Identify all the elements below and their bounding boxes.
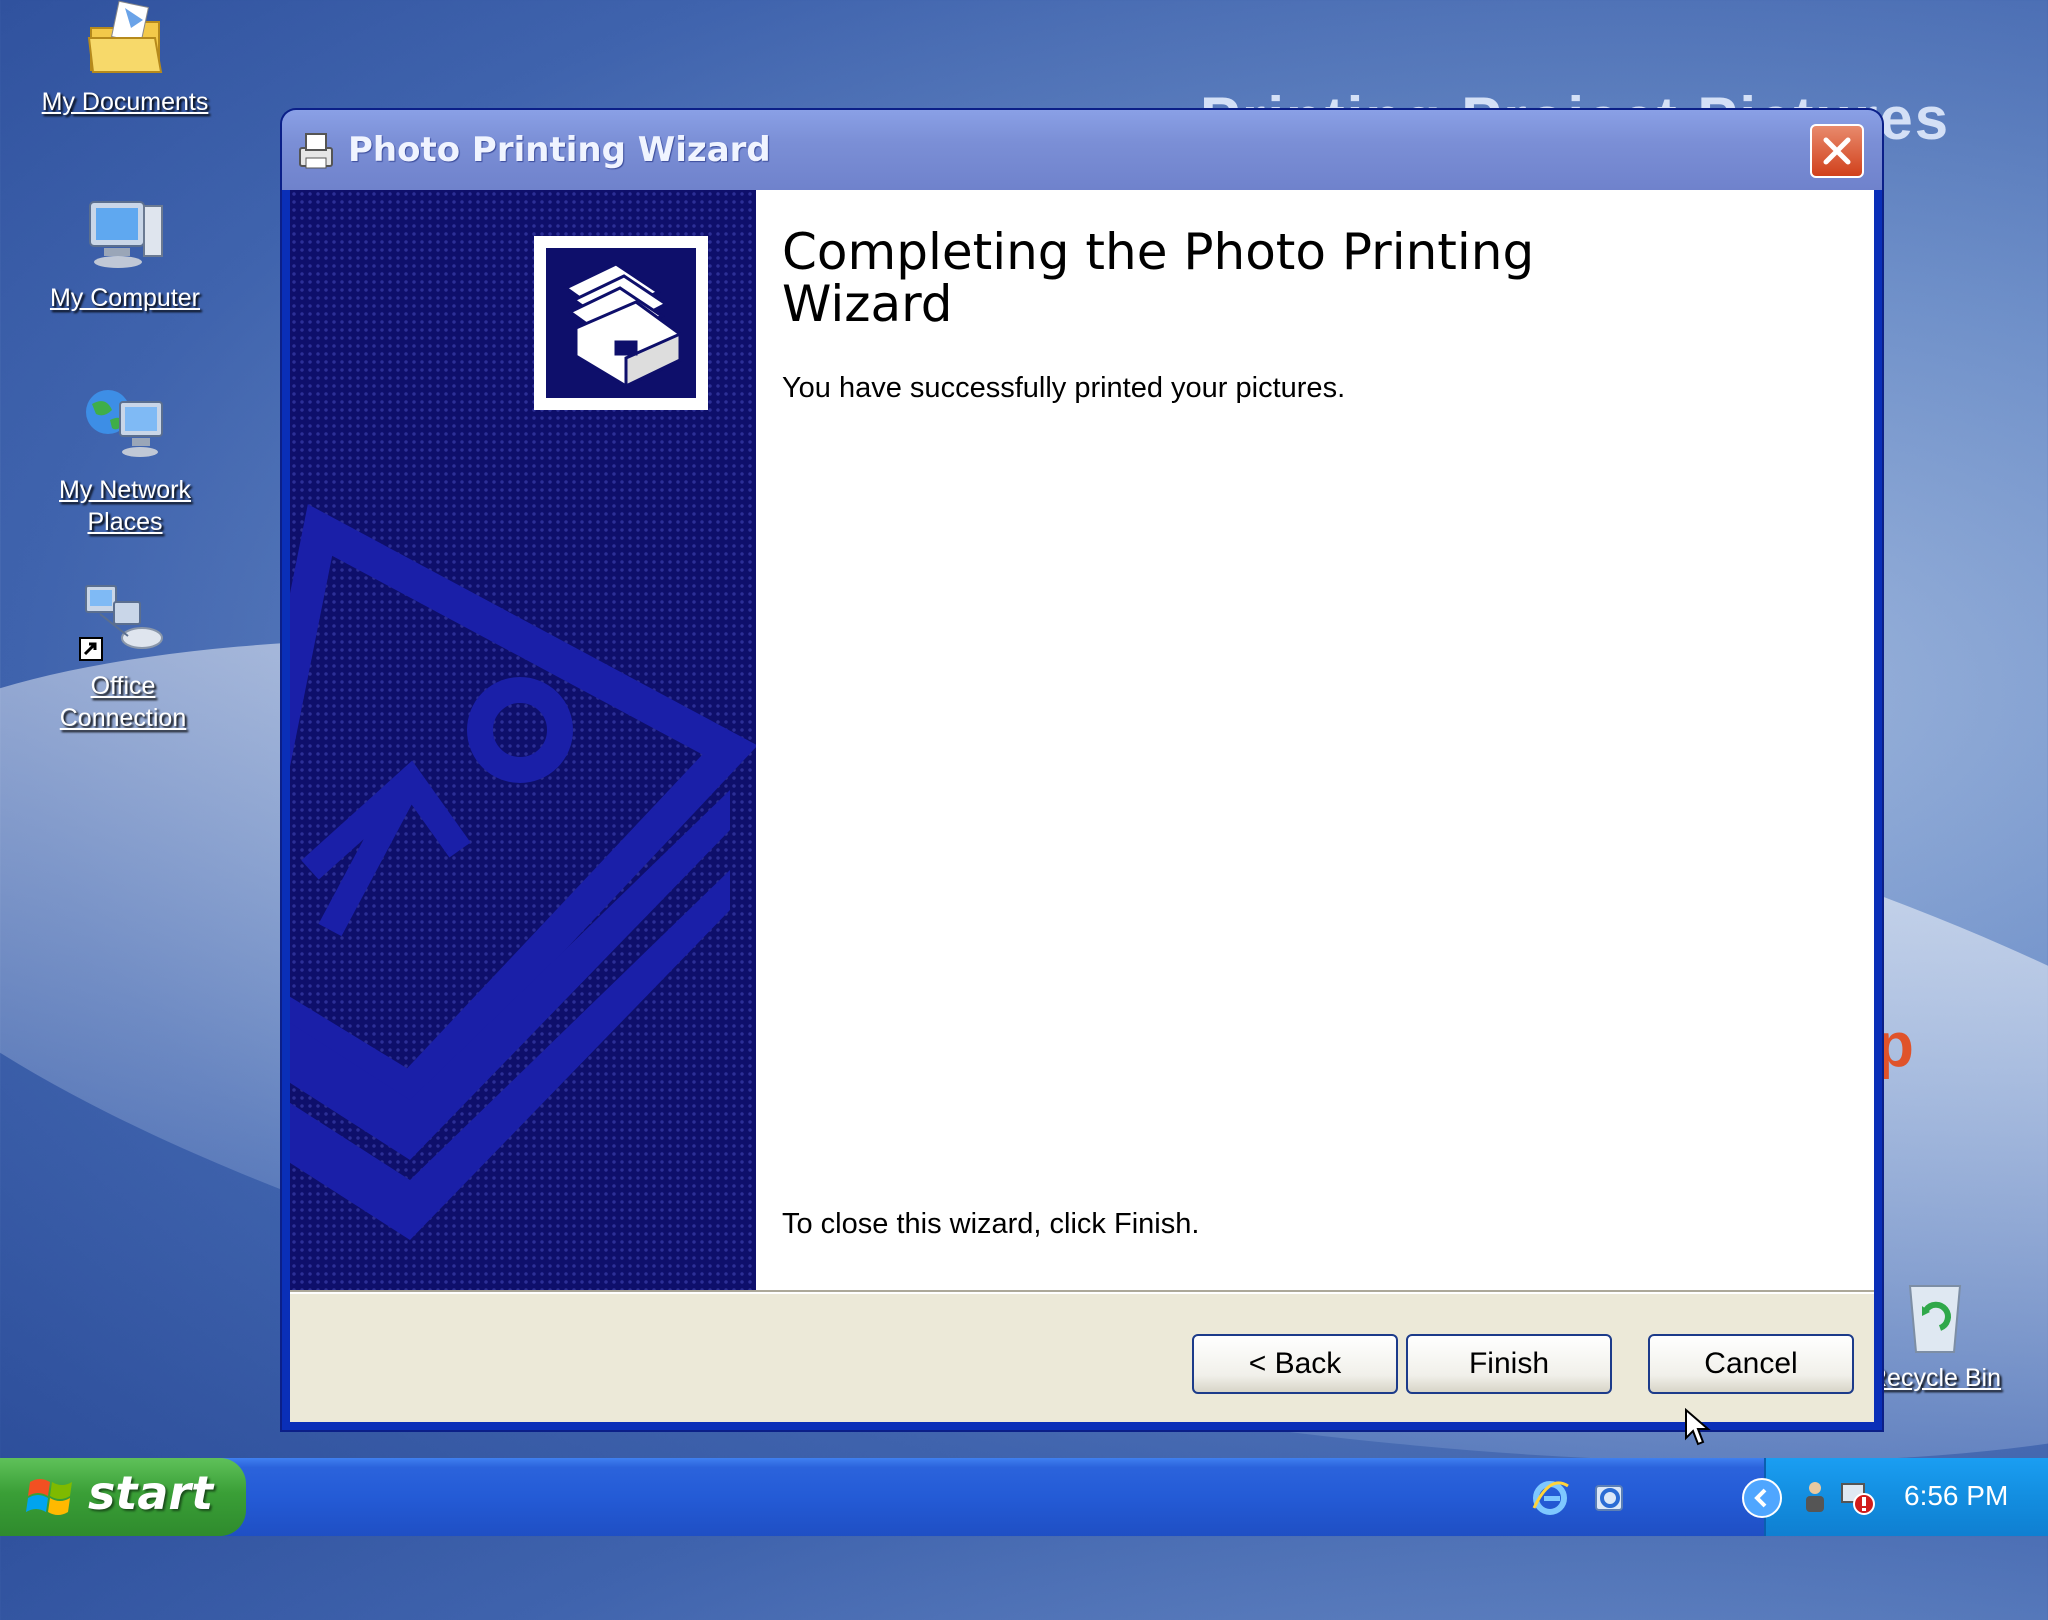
wizard-heading: Completing the Photo Printing Wizard: [782, 223, 1535, 333]
security-alert-tray-icon[interactable]: [1838, 1478, 1876, 1516]
start-button[interactable]: start: [0, 1458, 246, 1536]
dialog-title: Photo Printing Wizard: [348, 130, 771, 170]
close-button[interactable]: [1810, 124, 1864, 178]
taskbar: start 6:56 PM: [0, 1458, 2048, 1536]
clock: 6:56 PM: [1904, 1480, 2009, 1511]
photo-printing-wizard-dialog: Photo Printing Wizard Completing the Pho…: [282, 110, 1882, 1430]
internet-explorer-icon[interactable]: [1530, 1478, 1570, 1518]
wizard-printer-image-frame: [534, 236, 708, 410]
dialog-titlebar[interactable]: Photo Printing Wizard: [282, 110, 1882, 190]
wizard-content-panel: Completing the Photo Printing Wizard You…: [756, 190, 1874, 1290]
back-button[interactable]: < Back: [1192, 1334, 1398, 1394]
mouse-cursor-icon: [1685, 1408, 1711, 1446]
users-tray-icon[interactable]: [1796, 1478, 1834, 1516]
desktop-icon-my-computer[interactable]: My Computer: [40, 196, 210, 314]
windows-logo-icon: [26, 1479, 72, 1515]
desktop-icon-label: My Network Places: [59, 476, 191, 536]
folder-documents-icon: [87, 0, 163, 73]
photo-printer-icon: [563, 262, 682, 389]
finish-button[interactable]: Finish: [1406, 1334, 1612, 1394]
outlook-express-icon[interactable]: [1590, 1478, 1630, 1518]
close-icon: [1823, 137, 1851, 165]
desktop-icon-my-network-places[interactable]: My Network Places: [40, 384, 210, 538]
desktop-icon-label: My Documents: [41, 88, 209, 116]
button-area-divider: [290, 1290, 1874, 1294]
cancel-button[interactable]: Cancel: [1648, 1334, 1854, 1394]
recycle-bin-icon: [1908, 1285, 1962, 1353]
office-connection-shortcut-icon: [79, 585, 163, 661]
show-hidden-icons-button[interactable]: [1742, 1478, 1782, 1518]
wizard-close-instruction: To close this wizard, click Finish.: [782, 1208, 1200, 1240]
desktop-icon-label: My Computer: [49, 284, 201, 312]
wizard-side-panel: [290, 190, 756, 1290]
network-places-icon: [86, 390, 163, 457]
desktop-icon-label: Office Connection: [59, 672, 187, 732]
desktop-icon-my-documents[interactable]: My Documents: [40, 0, 210, 118]
wizard-success-message: You have successfully printed your pictu…: [782, 372, 1346, 404]
start-label: start: [88, 1466, 214, 1520]
computer-icon: [89, 201, 163, 268]
desktop-icon-office-connection[interactable]: Office Connection: [38, 580, 208, 734]
system-tray: 6:56 PM: [1742, 1458, 2048, 1536]
chevron-left-icon: [1754, 1488, 1767, 1508]
printer-wizard-icon: [299, 133, 333, 169]
dialog-client-area: Completing the Photo Printing Wizard You…: [290, 190, 1874, 1422]
